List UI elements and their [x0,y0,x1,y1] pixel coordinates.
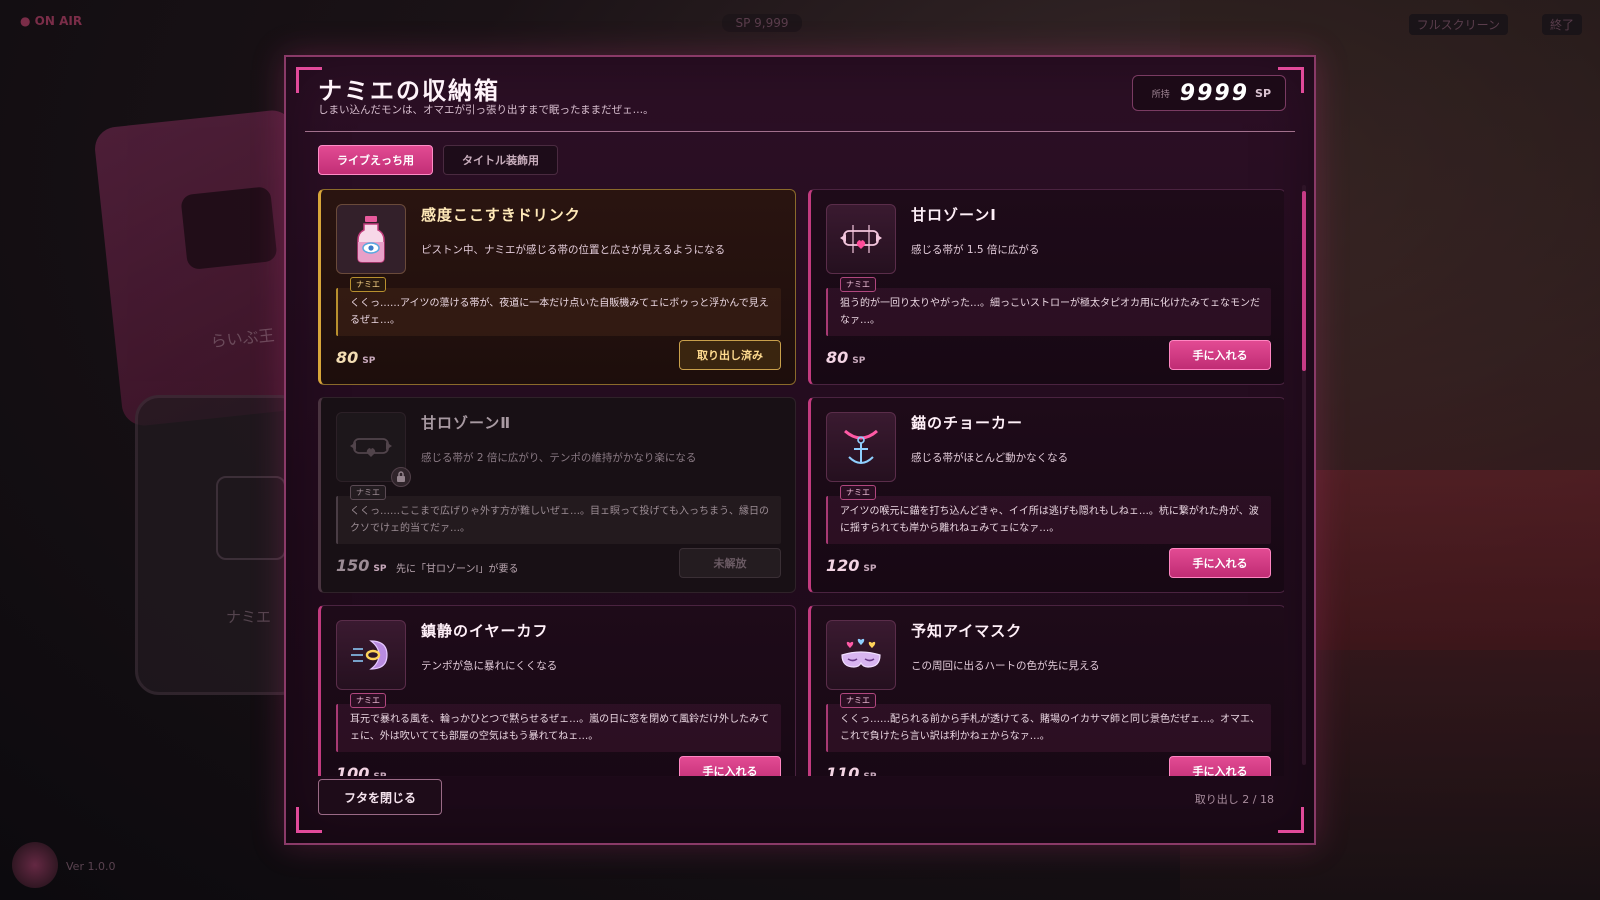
quote-speaker-tag: ナミエ [350,485,386,500]
item-card: 甘ロゾーンⅠ 感じる帯が 1.5 倍に広がる ナミエ 狙う的が一回り太りやがった… [808,189,1284,385]
quote-speaker-tag: ナミエ [840,693,876,708]
item-price-unit: SP [863,564,877,574]
eye-mask-icon [826,620,896,690]
item-list: 感度ここすきドリンク ピストン中、ナミエが感じる帯の位置と広さが見えるようになる… [318,189,1284,776]
sp-balance-unit: SP [1255,86,1271,100]
item-price-value: 80 [826,348,849,367]
item-quote: ナミエ くくっ……ここまで広げりゃ外す方が難しいぜェ…。目ェ瞑って投げても入っち… [336,485,781,544]
camera-icon [180,186,278,271]
lock-icon [391,467,411,487]
tab-live-ecchi[interactable]: ライブえっち用 [318,145,433,175]
zone-expand-icon [826,204,896,274]
item-quote: ナミエ 狙う的が一回り太りやがった…。細っこいストローが極太タピオカ用に化けたみ… [826,277,1271,336]
item-list-scrollbar[interactable] [1302,185,1306,765]
item-price-unit: SP [362,356,376,366]
category-tabs: ライブえっち用 タイトル装飾用 [318,145,558,175]
on-air-label: ● ON AIR [20,14,83,28]
phone-card-title: ナミエ [226,608,272,626]
anchor-choker-icon [826,412,896,482]
item-name: 感度ここすきドリンク [421,206,581,224]
background-topbar: ● ON AIR SP 9,999 フルスクリーン 終了 [0,14,1600,35]
top-sp-display: SP 9,999 [722,14,802,32]
item-description: この周回に出るハートの色が先に見える [911,660,1100,672]
item-description: ピストン中、ナミエが感じる帯の位置と広さが見えるようになる [421,244,726,256]
item-price-value: 100 [336,764,370,776]
modal-subtitle: しまい込んだモンは、オマエが引っ張り出すまで眠ったままだぜェ…。 [318,104,654,116]
buy-button[interactable]: 手に入れる [679,756,781,776]
item-price-value: 110 [826,764,860,776]
drink-bottle-icon [336,204,406,274]
background-phone-card: ナミエ [135,395,305,695]
corner-ornament [1278,807,1304,833]
item-name: 甘ロゾーンⅡ [421,414,512,432]
item-name: 鎮静のイヤーカフ [421,622,549,640]
item-price-value: 150 [336,556,370,575]
item-quote: ナミエ 耳元で暴れる風を、輪っかひとつで黙らせるぜェ…。嵐の日に窓を閉めて風鈴だ… [336,693,781,752]
quote-speaker-tag: ナミエ [350,277,386,292]
item-card: 錨のチョーカー 感じる帯がほとんど動かなくなる ナミエ アイツの喉元に錨を打ち込… [808,397,1284,593]
item-quote: ナミエ くくっ……配られる前から手札が透けてる、賭場のイカサマ師と同じ景色だぜェ… [826,693,1271,752]
modal-title: ナミエの収納箱 [318,77,500,105]
buy-button[interactable]: 手に入れる [1169,340,1271,370]
quote-speaker-tag: ナミエ [840,277,876,292]
quote-text: 耳元で暴れる風を、輪っかひとつで黙らせるぜェ…。嵐の日に窓を閉めて風鈴だけ外した… [350,714,770,742]
quote-text: くくっ……配られる前から手札が透けてる、賭場のイカサマ師と同じ景色だぜェ…。オマ… [840,714,1260,742]
tab-title-decoration[interactable]: タイトル装飾用 [443,145,558,175]
owned-count: 取り出し 2 / 18 [1194,793,1274,806]
quote-speaker-tag: ナミエ [840,485,876,500]
storage-box-modal: ナミエの収納箱 しまい込んだモンは、オマエが引っ張り出すまで眠ったままだぜェ…。… [284,55,1316,845]
item-price-unit: SP [863,772,876,776]
sp-balance: 所持 9999 SP [1132,75,1286,111]
item-name: 甘ロゾーンⅠ [911,206,997,224]
item-price: 120 SP [826,556,876,575]
item-card: 甘ロゾーンⅡ 感じる帯が 2 倍に広がり、テンポの維持がかなり楽になる ナミエ … [318,397,796,593]
item-price-value: 80 [336,348,359,367]
item-price-unit: SP [373,564,387,574]
quote-text: アイツの喉元に錨を打ち込んどきゃ、イイ所は逃げも隠れもしねェ…。杭に繋がれた舟が… [840,506,1259,534]
zone-expand-icon [336,412,411,487]
item-quote: ナミエ アイツの喉元に錨を打ち込んどきゃ、イイ所は逃げも隠れもしねェ…。杭に繋が… [826,485,1271,544]
header-divider [305,131,1295,132]
item-name: 錨のチョーカー [911,414,1024,432]
item-price-unit: SP [373,772,386,776]
item-name: 予知アイマスク [911,622,1023,640]
live-card-title: らいぶ王 [209,325,276,352]
game-logo [12,842,58,888]
owned-button[interactable]: 取り出し済み [679,340,781,370]
item-price: 110SP [826,764,876,776]
item-description: 感じる帯がほとんど動かなくなる [911,452,1069,464]
item-price: 80 SP [826,348,865,367]
fullscreen-button: フルスクリーン [1408,14,1508,35]
item-price-value: 120 [826,556,860,575]
sp-balance-label: 所持 [1151,89,1170,100]
close-lid-button[interactable]: フタを閉じる [318,779,442,815]
item-price: 80 SP [336,348,375,367]
phone-icon [216,476,286,560]
buy-button[interactable]: 手に入れる [1169,756,1271,776]
quit-button: 終了 [1541,14,1582,35]
ear-cuff-icon [336,620,406,690]
sp-balance-value: 9999 [1179,80,1250,106]
scrollbar-thumb[interactable] [1302,191,1306,371]
version-label: Ver 1.0.0 [66,860,116,873]
item-requirement: 先に「甘ロゾーンⅠ」が要る [396,564,519,575]
item-card: 鎮静のイヤーカフ テンポが急に暴れにくくなる ナミエ 耳元で暴れる風を、輪っかひ… [318,605,796,776]
item-description: 感じる帯が 1.5 倍に広がる [911,244,1040,256]
item-card: 感度ここすきドリンク ピストン中、ナミエが感じる帯の位置と広さが見えるようになる… [318,189,796,385]
item-description: 感じる帯が 2 倍に広がり、テンポの維持がかなり楽になる [421,452,697,464]
buy-button[interactable]: 手に入れる [1169,548,1271,578]
quote-text: 狙う的が一回り太りやがった…。細っこいストローが極太タピオカ用に化けたみてェなモ… [840,298,1260,326]
item-price: 150 SP [336,556,386,575]
quote-speaker-tag: ナミエ [350,693,386,708]
item-card: 予知アイマスク この周回に出るハートの色が先に見える ナミエ くくっ……配られる… [808,605,1284,776]
locked-button: 未解放 [679,548,781,578]
item-quote: ナミエ くくっ……アイツの蕩ける帯が、夜道に一本だけ点いた自販機みてェにボゥっと… [336,277,781,336]
quote-text: くくっ……アイツの蕩ける帯が、夜道に一本だけ点いた自販機みてェにボゥっと浮かんで… [350,298,769,326]
quote-text: くくっ……ここまで広げりゃ外す方が難しいぜェ…。目ェ瞑って投げても入っちまう、縁… [350,506,769,534]
item-description: テンポが急に暴れにくくなる [421,660,558,672]
item-price: 100SP [336,764,386,776]
item-price-unit: SP [852,356,866,366]
